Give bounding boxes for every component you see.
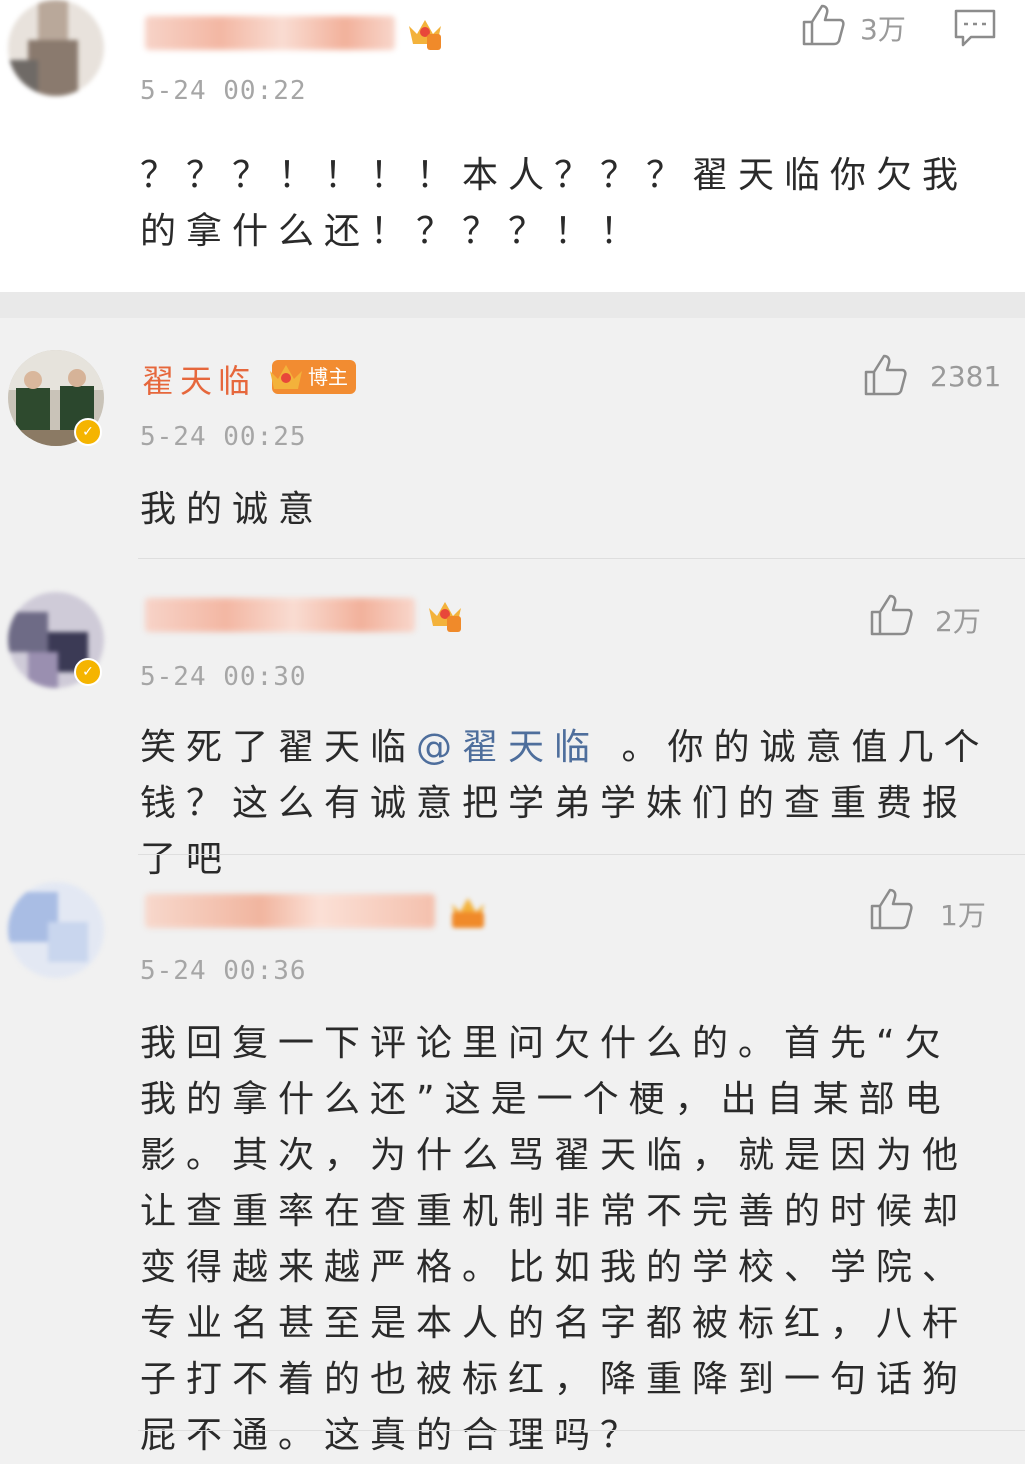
username-blurred	[145, 894, 435, 928]
username-blurred	[145, 598, 415, 632]
mention-link[interactable]: @翟天临	[416, 727, 600, 768]
comment-card-1: 3万 5-24 00:22 ？？？！！！！本人？？？翟天临你欠我的拿什么还！？？…	[0, 0, 1025, 292]
comment-text: 我的诚意	[140, 489, 325, 530]
thumbs-up-icon[interactable]	[868, 886, 914, 932]
divider	[138, 1430, 1025, 1431]
comment-time: 5-24 00:30	[140, 662, 307, 692]
comment-text: 笑死了翟天临@翟天临 。你的诚意值几个钱？这么有诚意把学弟学妹们的查重费报了吧	[140, 720, 990, 888]
comment-text: 我回复一下评论里问欠什么的。首先“欠我的拿什么还”这是一个梗，出自某部电影。其次…	[140, 1023, 969, 1456]
comment-text: ？？？！！！！本人？？？翟天临你欠我的拿什么还！？？？！！	[140, 155, 969, 252]
like-count: 2万	[935, 605, 981, 638]
divider	[138, 558, 1025, 559]
avatar[interactable]	[8, 882, 104, 978]
comment-text-part: 笑死了翟天临	[140, 727, 417, 768]
crown-icon	[270, 365, 302, 389]
crown-icon	[429, 602, 461, 632]
thumbs-up-icon[interactable]	[868, 592, 914, 638]
section-gap	[0, 292, 1025, 318]
thumbs-up-icon[interactable]	[800, 2, 846, 48]
like-count: 3万	[860, 13, 906, 46]
verified-icon: ✓	[74, 418, 102, 446]
crown-icon	[409, 20, 441, 50]
comment-time: 5-24 00:25	[140, 422, 307, 452]
comment-time: 5-24 00:22	[140, 76, 307, 106]
like-count: 2381	[930, 360, 1002, 393]
host-name[interactable]: 翟天临	[142, 356, 256, 402]
username-blurred	[145, 16, 395, 50]
comment-icon[interactable]	[953, 8, 997, 48]
crown-icon	[452, 898, 484, 928]
like-count: 1万	[940, 899, 986, 932]
comment-time: 5-24 00:36	[140, 956, 307, 986]
divider	[138, 854, 1025, 855]
verified-icon: ✓	[74, 658, 102, 686]
thumbs-up-icon[interactable]	[862, 352, 908, 398]
avatar[interactable]	[8, 0, 104, 96]
